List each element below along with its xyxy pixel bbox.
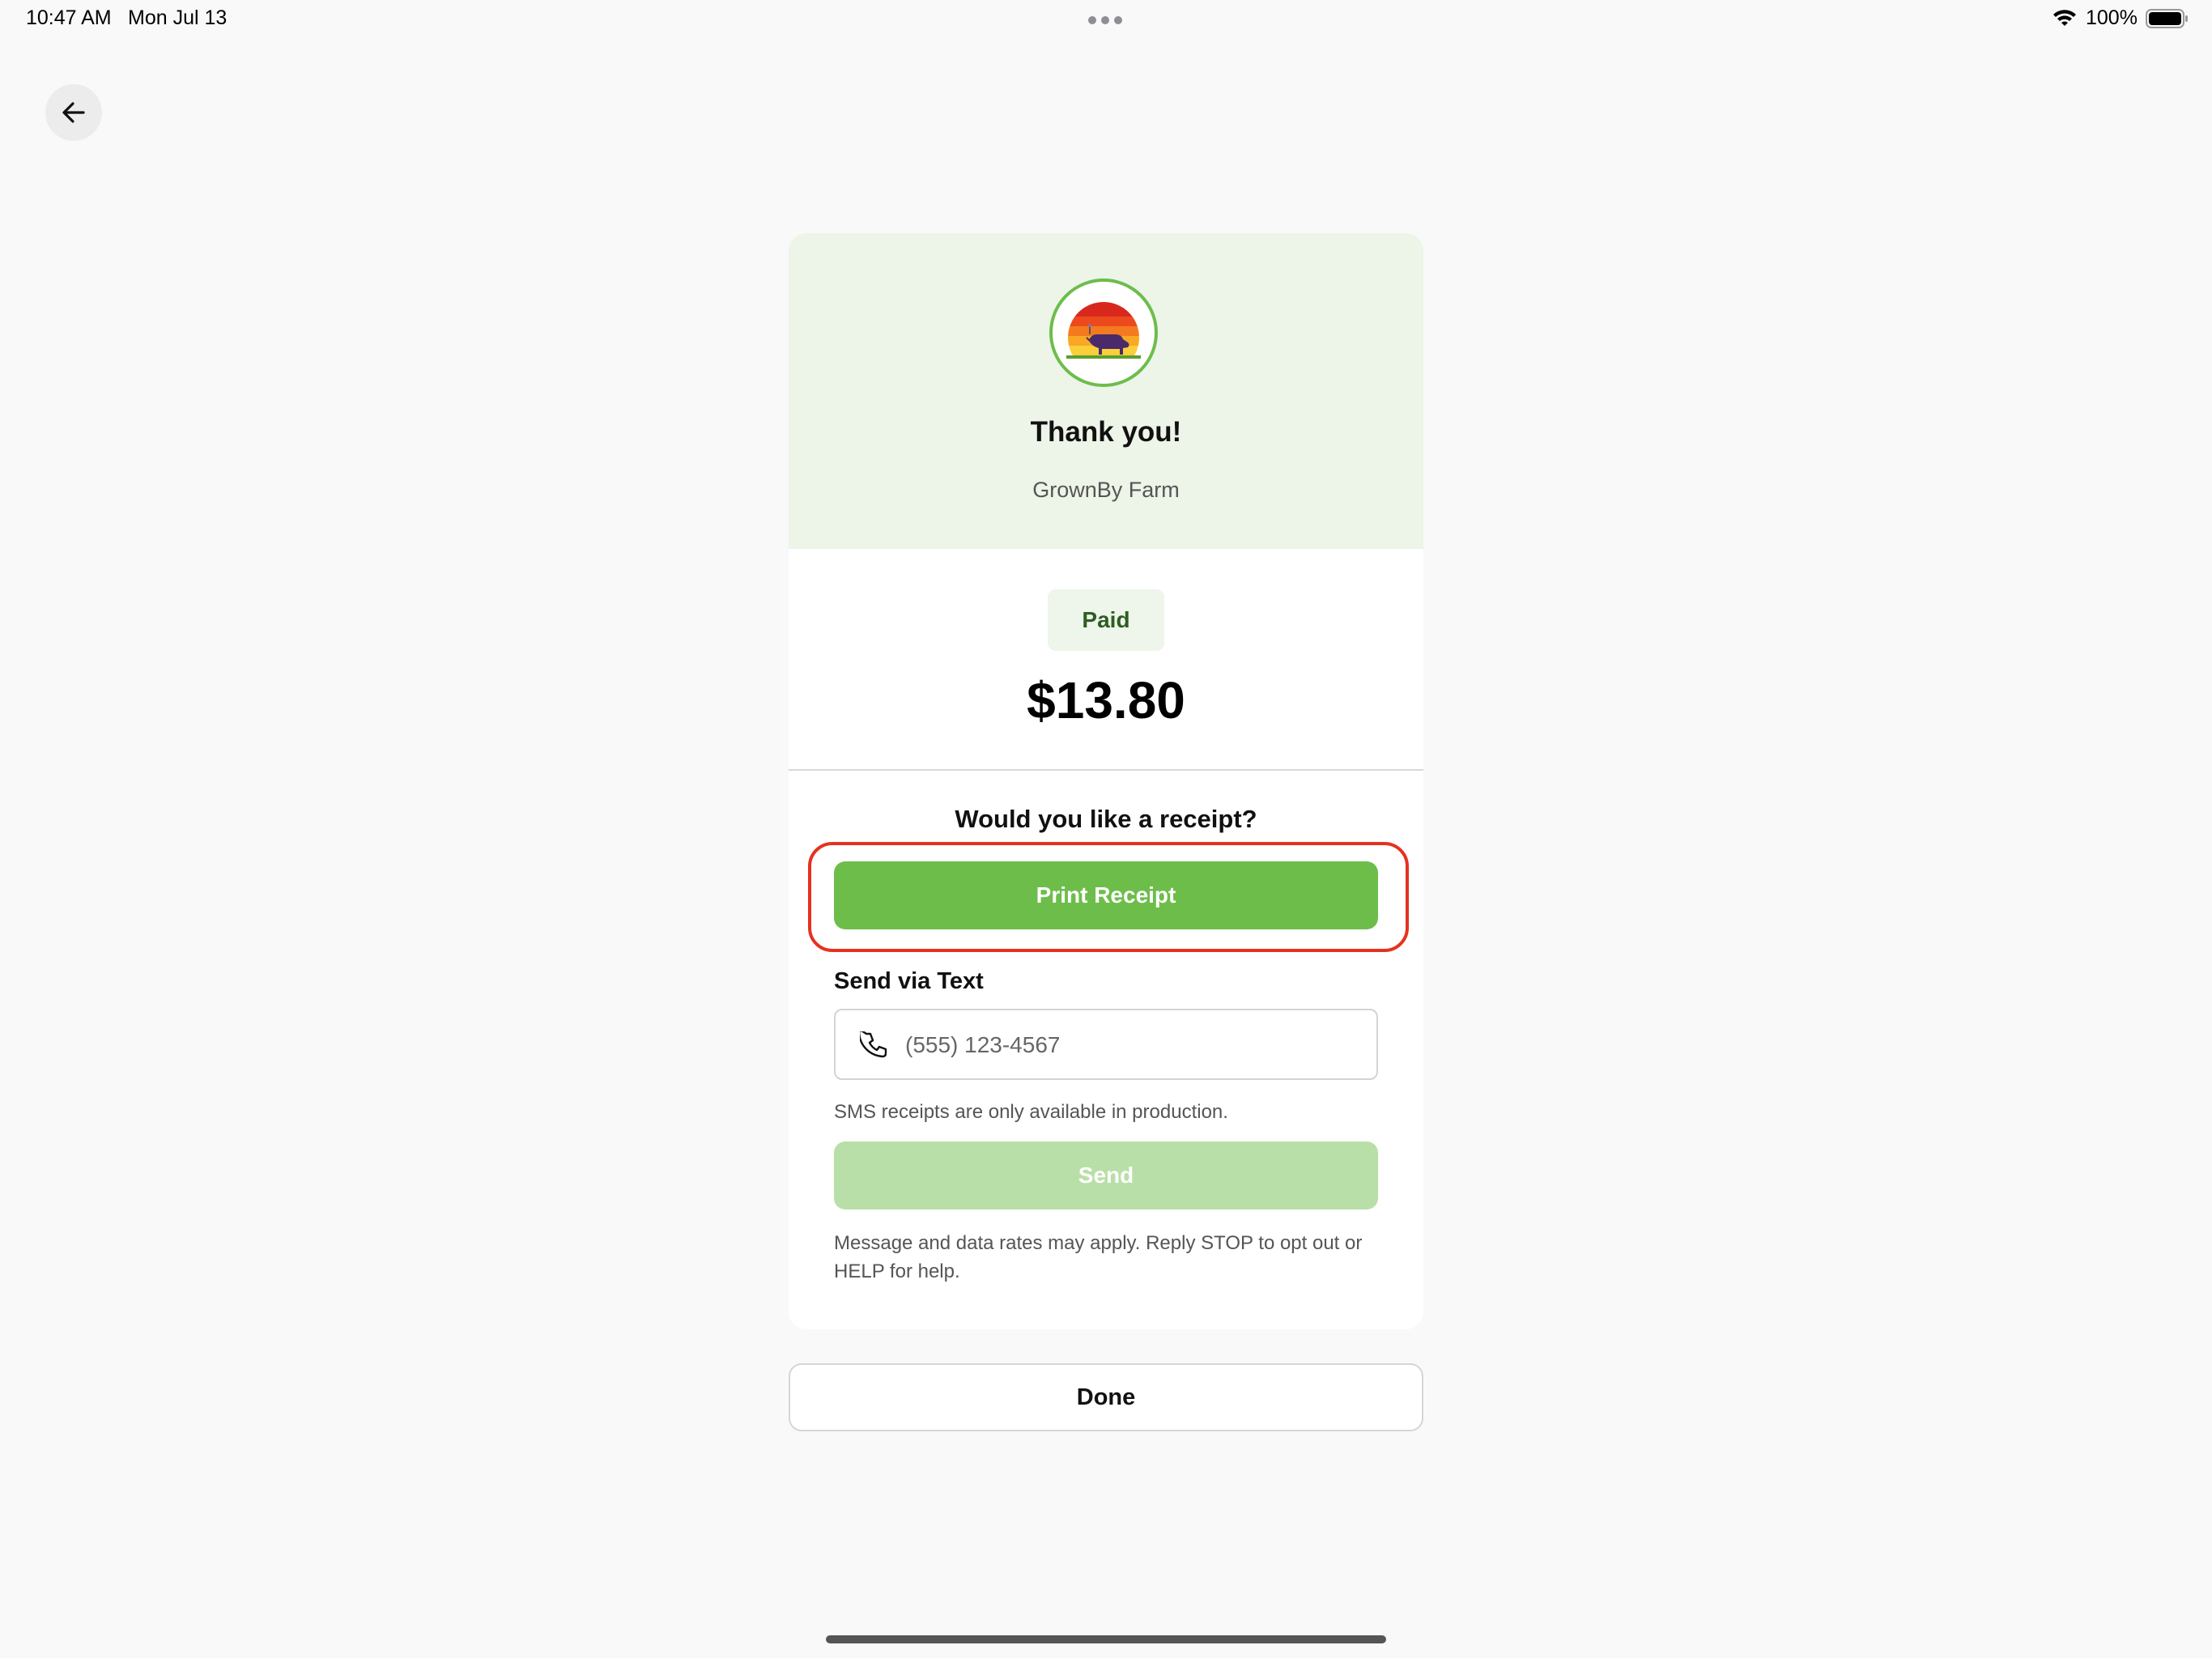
arrow-left-icon: [62, 102, 85, 123]
payment-confirmation-card: Thank you! GrownBy Farm Paid $13.80 Woul…: [789, 233, 1423, 1329]
multitasking-dots-icon[interactable]: [1088, 16, 1122, 24]
phone-icon: [860, 1031, 887, 1058]
home-indicator[interactable]: [826, 1635, 1386, 1643]
send-button[interactable]: Send: [834, 1141, 1378, 1209]
status-date: Mon Jul 13: [128, 6, 228, 29]
thank-you-heading: Thank you!: [1030, 416, 1182, 448]
section-divider: [789, 769, 1423, 771]
back-button[interactable]: [45, 84, 102, 141]
card-header: Thank you! GrownBy Farm: [789, 233, 1423, 549]
payment-amount: $13.80: [1027, 671, 1185, 729]
phone-field[interactable]: [834, 1009, 1378, 1080]
status-badge: Paid: [1048, 589, 1164, 651]
wifi-icon: [2053, 10, 2076, 26]
battery-percentage: 100%: [2086, 6, 2138, 29]
farm-name: GrownBy Farm: [1032, 478, 1180, 502]
status-time: 10:47 AM: [26, 6, 112, 29]
sms-availability-note: SMS receipts are only available in produ…: [834, 1101, 1228, 1123]
done-button[interactable]: Done: [789, 1363, 1423, 1431]
print-receipt-button[interactable]: Print Receipt: [834, 861, 1378, 929]
send-via-text-label: Send via Text: [834, 968, 984, 994]
farm-cow-sunset-logo: [1066, 302, 1141, 359]
phone-input[interactable]: [904, 1025, 1360, 1065]
farm-logo: [1049, 278, 1158, 387]
receipt-question: Would you like a receipt?: [955, 805, 1257, 833]
battery-icon: [2146, 9, 2188, 28]
message-rates-disclaimer: Message and data rates may apply. Reply …: [834, 1232, 1363, 1282]
status-bar: 10:47 AM Mon Jul 13 100%: [0, 0, 2212, 39]
